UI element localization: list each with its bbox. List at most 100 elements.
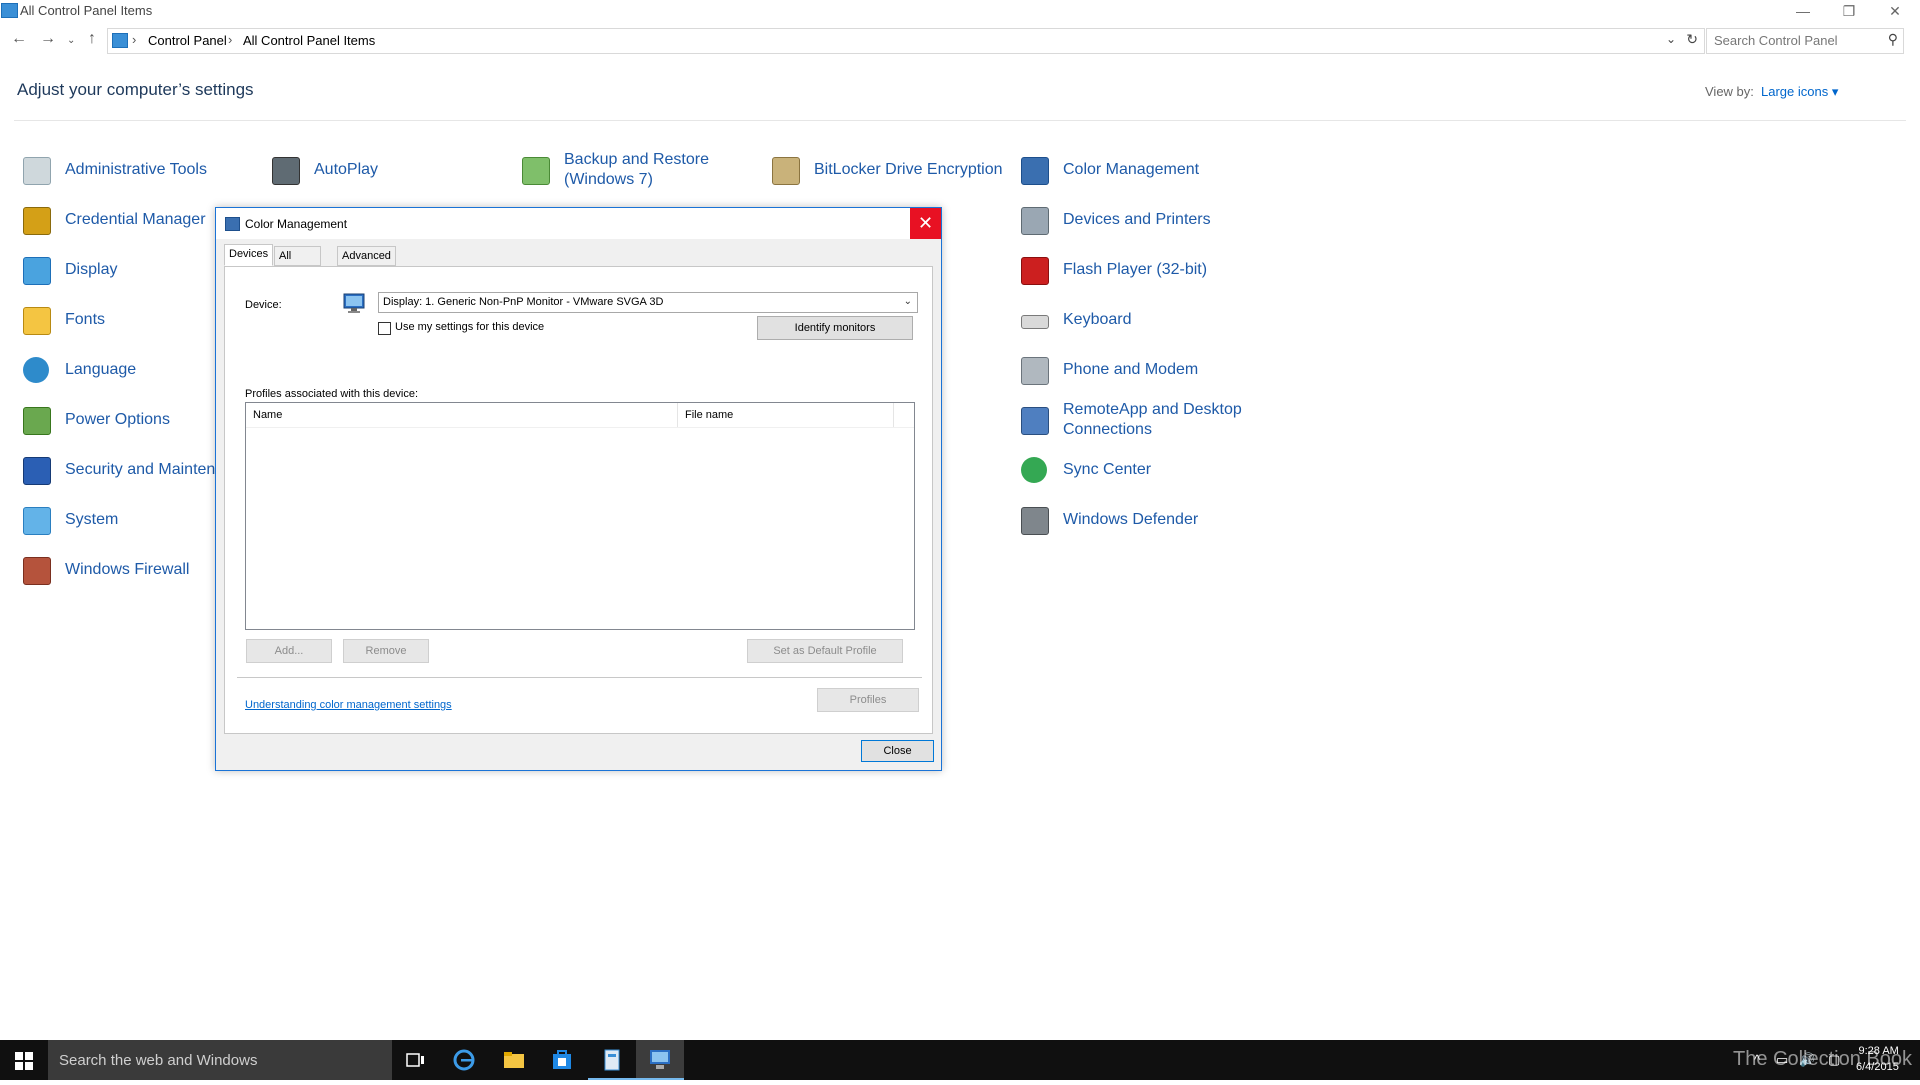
profiles-button[interactable]: Profiles xyxy=(817,688,919,712)
divider xyxy=(14,120,1906,121)
device-select[interactable]: Display: 1. Generic Non-PnP Monitor - VM… xyxy=(378,292,918,313)
devices-tab-panel: Device: Display: 1. Generic Non-PnP Moni… xyxy=(224,266,933,734)
cp-item-label: Windows Defender xyxy=(1063,511,1199,528)
forward-arrow-icon[interactable]: → xyxy=(40,30,56,48)
file-explorer-icon[interactable] xyxy=(490,1040,538,1080)
address-bar[interactable]: › Control Panel › All Control Panel Item… xyxy=(107,28,1705,54)
back-arrow-icon[interactable]: ← xyxy=(11,30,27,48)
system-icon xyxy=(19,503,53,537)
edge-icon[interactable] xyxy=(440,1040,488,1080)
cp-item-label: Language xyxy=(65,361,137,378)
profiles-list[interactable]: Name File name xyxy=(245,402,915,630)
identify-monitors-button[interactable]: Identify monitors xyxy=(757,316,913,340)
cp-item-label: Keyboard xyxy=(1063,311,1132,328)
fonts-icon xyxy=(19,303,53,337)
cp-item-system[interactable]: System xyxy=(19,499,118,541)
view-by-dropdown[interactable]: Large icons ▾ xyxy=(1761,84,1838,100)
cp-item-label: Backup and Restore (Windows 7) xyxy=(564,151,709,188)
color-management-taskbar-icon[interactable] xyxy=(636,1040,684,1080)
cp-item-autoplay[interactable]: AutoPlay xyxy=(268,149,378,191)
close-button[interactable]: Close xyxy=(861,740,934,762)
use-my-settings-checkbox[interactable] xyxy=(378,322,391,335)
window-close-button[interactable]: ✕ xyxy=(1872,0,1918,22)
tab-advanced[interactable]: Advanced xyxy=(337,246,396,266)
flag-icon xyxy=(19,453,53,487)
chevron-down-icon[interactable]: ⌄ xyxy=(904,292,912,311)
search-icon[interactable]: ⚲ xyxy=(1888,31,1898,48)
cp-item-label: Display xyxy=(65,261,118,278)
refresh-icon[interactable]: ↻ xyxy=(1686,31,1698,48)
recent-locations-icon[interactable]: ⌄ xyxy=(67,35,75,46)
cp-item-color-management[interactable]: Color Management xyxy=(1017,149,1199,191)
dialog-title: Color Management xyxy=(245,217,348,231)
breadcrumb-all-items[interactable]: All Control Panel Items xyxy=(243,33,375,48)
phone-icon xyxy=(1017,353,1051,387)
cp-item-windows-defender[interactable]: Windows Defender xyxy=(1017,499,1198,541)
set-default-profile-button[interactable]: Set as Default Profile xyxy=(747,639,903,663)
cp-item-sync-center[interactable]: Sync Center xyxy=(1017,449,1151,491)
store-icon[interactable] xyxy=(538,1040,586,1080)
taskbar-search-placeholder: Search the web and Windows xyxy=(59,1052,258,1069)
cp-item-label: Fonts xyxy=(65,311,106,328)
use-my-settings-label[interactable]: Use my settings for this device xyxy=(395,321,544,333)
cp-item-label: Color Management xyxy=(1063,161,1200,178)
view-by-label: View by: xyxy=(1705,84,1754,99)
cp-item-bitlocker[interactable]: BitLocker Drive Encryption xyxy=(768,149,1003,191)
column-header-name[interactable]: Name xyxy=(246,403,678,427)
monitor-icon xyxy=(343,293,365,313)
dialog-close-icon[interactable]: ✕ xyxy=(910,208,941,239)
cp-item-label: System xyxy=(65,511,119,528)
cp-item-phone-modem[interactable]: Phone and Modem xyxy=(1017,349,1198,391)
chevron-down-icon[interactable]: ⌄ xyxy=(1666,32,1676,46)
cp-item-backup-restore[interactable]: Backup and Restore (Windows 7) xyxy=(518,149,764,191)
cp-item-label: Flash Player (32-bit) xyxy=(1063,261,1208,278)
column-header-file-name[interactable]: File name xyxy=(678,403,894,427)
profiles-label: Profiles associated with this device: xyxy=(245,388,419,400)
cp-item-credential-manager[interactable]: Credential Manager xyxy=(19,199,206,241)
up-arrow-icon[interactable]: ↑ xyxy=(88,30,96,48)
defender-icon xyxy=(1017,503,1051,537)
help-link[interactable]: Understanding color management settings xyxy=(245,699,452,711)
cp-item-keyboard[interactable]: Keyboard xyxy=(1017,299,1132,341)
cp-item-label: AutoPlay xyxy=(314,161,379,178)
add-profile-button[interactable]: Add... xyxy=(246,639,332,663)
cp-item-power-options[interactable]: Power Options xyxy=(19,399,170,441)
taskbar-search-input[interactable]: Search the web and Windows xyxy=(48,1040,392,1080)
task-view-icon[interactable] xyxy=(392,1040,440,1080)
remoteapp-icon xyxy=(1017,403,1051,437)
breadcrumb-separator[interactable]: › xyxy=(228,32,232,47)
sync-icon xyxy=(1017,453,1051,487)
system-clock[interactable]: 9:28 AM 6/4/2015 xyxy=(1856,1043,1899,1075)
color-management-icon xyxy=(225,217,240,231)
search-input[interactable]: Search Control Panel ⚲ xyxy=(1706,28,1904,54)
cp-item-fonts[interactable]: Fonts xyxy=(19,299,105,341)
remove-profile-button[interactable]: Remove xyxy=(343,639,429,663)
page-title: Adjust your computer’s settings xyxy=(17,80,254,99)
cp-item-remoteapp[interactable]: RemoteApp and Desktop Connections xyxy=(1017,399,1263,441)
breadcrumb-separator[interactable]: › xyxy=(132,32,136,47)
tab-devices[interactable]: Devices xyxy=(224,244,274,266)
key-icon xyxy=(768,153,802,187)
cp-item-display[interactable]: Display xyxy=(19,249,117,291)
dialog-titlebar[interactable]: Color Management ✕ xyxy=(216,208,941,239)
navigation-bar: ← → ⌄ ↑ › Control Panel › All Control Pa… xyxy=(0,26,1920,56)
cp-item-windows-firewall[interactable]: Windows Firewall xyxy=(19,549,189,591)
minimize-button[interactable]: — xyxy=(1780,0,1826,22)
flash-icon xyxy=(1017,253,1051,287)
language-icon xyxy=(19,353,53,387)
cp-item-flash-player[interactable]: Flash Player (32-bit) xyxy=(1017,249,1207,291)
cp-item-label: Power Options xyxy=(65,411,170,428)
cp-item-devices-printers[interactable]: Devices and Printers xyxy=(1017,199,1211,241)
control-panel-taskbar-icon[interactable] xyxy=(588,1040,636,1080)
device-label: Device: xyxy=(245,299,282,311)
tab-all-profiles[interactable]: All Profiles xyxy=(274,246,321,280)
cp-item-administrative-tools[interactable]: Administrative Tools xyxy=(19,149,207,191)
windows-start-icon[interactable] xyxy=(0,1040,48,1080)
restore-button[interactable]: ❐ xyxy=(1826,0,1872,22)
breadcrumb-control-panel[interactable]: Control Panel xyxy=(148,33,227,48)
taskbar: Search the web and Windows ^ ▭ 🔊 ▢ The C… xyxy=(0,1040,1920,1080)
cp-item-language[interactable]: Language xyxy=(19,349,136,391)
cp-item-label: RemoteApp and Desktop Connections xyxy=(1063,401,1242,438)
cp-item-label: BitLocker Drive Encryption xyxy=(814,161,1003,178)
divider xyxy=(237,677,922,678)
